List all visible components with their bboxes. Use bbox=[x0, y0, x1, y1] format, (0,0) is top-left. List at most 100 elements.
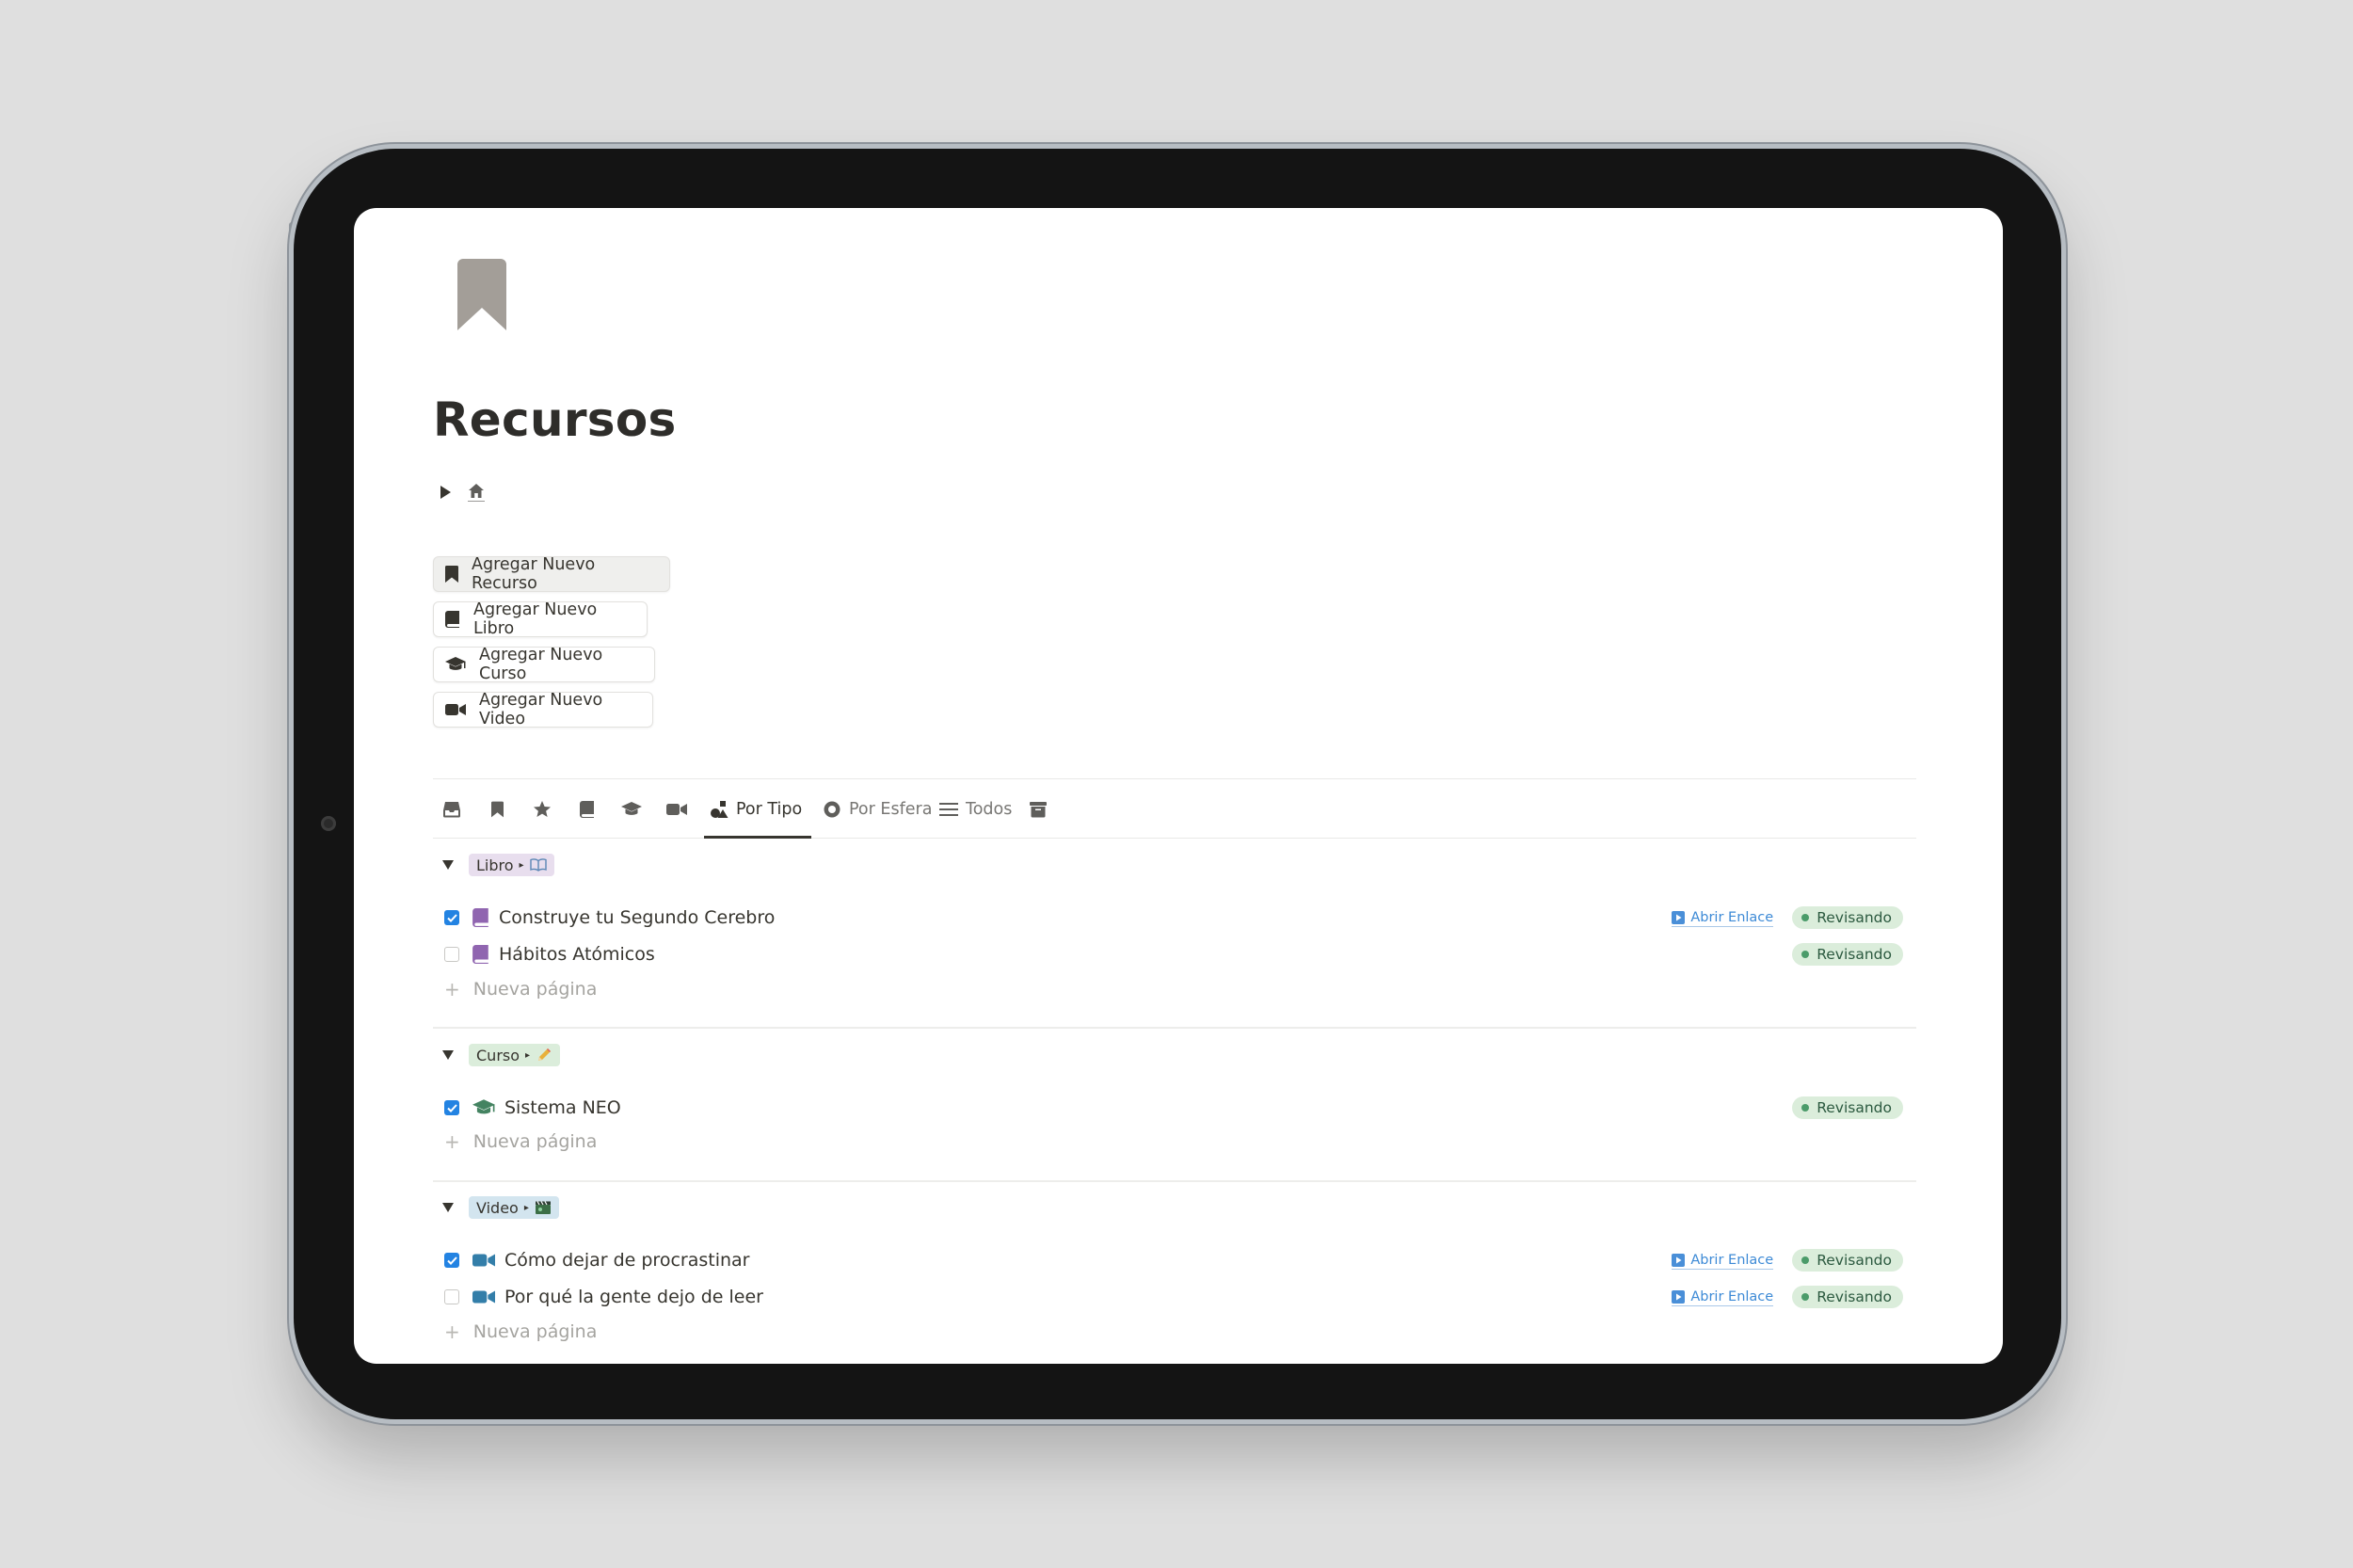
new-page-button[interactable]: + Nueva página bbox=[444, 978, 597, 1000]
video-camera-icon bbox=[666, 804, 687, 815]
collapse-arrow-icon[interactable] bbox=[442, 1050, 454, 1060]
plus-icon: + bbox=[444, 978, 460, 1000]
graduation-cap-icon bbox=[472, 1098, 495, 1117]
table-row[interactable]: Construye tu Segundo Cerebro Abrir Enlac… bbox=[444, 901, 1913, 935]
toggle-block[interactable] bbox=[440, 483, 485, 502]
tab-favorites[interactable] bbox=[533, 791, 552, 828]
plus-icon: + bbox=[444, 1320, 460, 1343]
new-page-label: Nueva página bbox=[472, 1321, 598, 1342]
group-divider bbox=[433, 1027, 1916, 1029]
toggle-arrow-icon[interactable] bbox=[440, 486, 451, 499]
add-course-button[interactable]: Agregar Nuevo Curso bbox=[433, 646, 655, 683]
tab-label: Por Tipo bbox=[736, 800, 803, 819]
tab-por-tipo[interactable]: Por Tipo bbox=[710, 791, 802, 828]
status-label: Revisando bbox=[1817, 1099, 1892, 1116]
tag-arrow-icon: ▸ bbox=[525, 1049, 531, 1061]
row-title[interactable]: Sistema NEO bbox=[504, 1097, 621, 1118]
tab-inbox[interactable] bbox=[442, 791, 461, 828]
status-badge[interactable]: Revisando bbox=[1792, 1096, 1903, 1119]
new-page-label: Nueva página bbox=[472, 979, 598, 1000]
film-clapper-icon bbox=[535, 1201, 551, 1214]
status-dot bbox=[1801, 1256, 1810, 1264]
star-icon bbox=[534, 801, 551, 817]
row-title[interactable]: Construye tu Segundo Cerebro bbox=[499, 907, 775, 928]
table-row[interactable]: Hábitos Atómicos Revisando bbox=[444, 937, 1913, 971]
status-label: Revisando bbox=[1817, 1288, 1892, 1305]
status-badge[interactable]: Revisando bbox=[1792, 1249, 1903, 1272]
group-tag: Video ▸ bbox=[469, 1196, 559, 1219]
front-camera bbox=[321, 816, 336, 831]
group-divider bbox=[433, 1180, 1916, 1182]
table-row[interactable]: Sistema NEO Revisando bbox=[444, 1091, 1913, 1125]
group-header-curso[interactable]: Curso ▸ bbox=[442, 1044, 561, 1066]
tab-courses[interactable] bbox=[621, 791, 642, 828]
row-title[interactable]: Hábitos Atómicos bbox=[499, 944, 655, 965]
archive-icon bbox=[1030, 802, 1047, 818]
row-title[interactable]: Por qué la gente dejo de leer bbox=[504, 1287, 763, 1307]
status-badge[interactable]: Revisando bbox=[1792, 943, 1903, 966]
tag-label: Libro bbox=[476, 856, 514, 874]
open-link[interactable]: Abrir Enlace bbox=[1672, 1288, 1774, 1306]
checkbox[interactable] bbox=[444, 1253, 459, 1268]
page-title: Recursos bbox=[433, 392, 677, 447]
table-row[interactable]: Por qué la gente dejo de leer Abrir Enla… bbox=[444, 1280, 1913, 1314]
status-dot bbox=[1801, 1293, 1810, 1301]
tag-arrow-icon: ▸ bbox=[523, 1202, 529, 1213]
status-label: Revisando bbox=[1817, 1252, 1892, 1269]
tab-bookmarks[interactable] bbox=[491, 791, 504, 828]
collapse-arrow-icon[interactable] bbox=[442, 860, 454, 870]
table-row[interactable]: Cómo dejar de procrastinar Abrir Enlace … bbox=[444, 1243, 1913, 1277]
book-icon bbox=[445, 611, 459, 628]
home-link[interactable] bbox=[468, 483, 485, 502]
status-badge[interactable]: Revisando bbox=[1792, 906, 1903, 929]
database-view-tabs: Por Tipo Por Esfera Todos bbox=[433, 778, 1916, 839]
bookmark-icon bbox=[457, 259, 506, 334]
book-icon bbox=[472, 908, 489, 927]
checkbox[interactable] bbox=[444, 947, 459, 962]
row-title[interactable]: Cómo dejar de procrastinar bbox=[504, 1250, 749, 1271]
link-label: Abrir Enlace bbox=[1690, 1288, 1774, 1304]
collapse-arrow-icon[interactable] bbox=[442, 1203, 454, 1212]
add-video-button[interactable]: Agregar Nuevo Video bbox=[433, 691, 653, 728]
checkbox[interactable] bbox=[444, 1289, 459, 1304]
group-header-libro[interactable]: Libro ▸ bbox=[442, 854, 554, 876]
tab-todos[interactable]: Todos bbox=[939, 791, 1012, 828]
tag-label: Video bbox=[476, 1198, 519, 1217]
list-icon bbox=[939, 803, 958, 816]
tab-books[interactable] bbox=[580, 791, 595, 828]
new-page-label: Nueva página bbox=[472, 1131, 598, 1152]
tab-por-esfera[interactable]: Por Esfera bbox=[823, 791, 932, 828]
open-book-icon bbox=[529, 858, 547, 872]
add-book-button[interactable]: Agregar Nuevo Libro bbox=[433, 600, 648, 638]
notion-page: Recursos Agregar Nuevo Recurso Agregar N… bbox=[354, 208, 2003, 1364]
button-label: Agregar Nuevo Recurso bbox=[472, 555, 596, 593]
button-label: Agregar Nuevo Curso bbox=[479, 646, 603, 683]
video-camera-icon bbox=[472, 1253, 495, 1268]
open-link[interactable]: Abrir Enlace bbox=[1672, 1252, 1774, 1270]
checkbox[interactable] bbox=[444, 910, 459, 925]
checkbox[interactable] bbox=[444, 1100, 459, 1115]
group-header-video[interactable]: Video ▸ bbox=[442, 1196, 559, 1219]
tag-label: Curso bbox=[476, 1046, 520, 1064]
active-tab-indicator bbox=[704, 836, 811, 839]
button-label: Agregar Nuevo Video bbox=[479, 691, 603, 728]
tab-videos[interactable] bbox=[666, 791, 687, 828]
status-badge[interactable]: Revisando bbox=[1792, 1286, 1903, 1308]
new-page-button[interactable]: + Nueva página bbox=[444, 1130, 597, 1153]
link-label: Abrir Enlace bbox=[1690, 1252, 1774, 1268]
add-resource-button[interactable]: Agregar Nuevo Recurso bbox=[433, 555, 670, 593]
video-camera-icon bbox=[445, 704, 466, 715]
open-link[interactable]: Abrir Enlace bbox=[1672, 909, 1774, 927]
status-dot bbox=[1801, 914, 1810, 921]
book-icon bbox=[580, 801, 594, 818]
plus-icon: + bbox=[444, 1130, 460, 1153]
graduation-cap-icon bbox=[445, 657, 466, 670]
tab-label: Por Esfera bbox=[849, 800, 933, 819]
shapes-icon bbox=[711, 801, 728, 818]
bookmark-icon bbox=[491, 801, 504, 818]
group-tag: Curso ▸ bbox=[469, 1044, 561, 1066]
tab-archive[interactable] bbox=[1030, 791, 1047, 828]
new-page-button[interactable]: + Nueva página bbox=[444, 1320, 597, 1343]
group-tag: Libro ▸ bbox=[469, 854, 554, 876]
home-icon bbox=[469, 484, 484, 498]
